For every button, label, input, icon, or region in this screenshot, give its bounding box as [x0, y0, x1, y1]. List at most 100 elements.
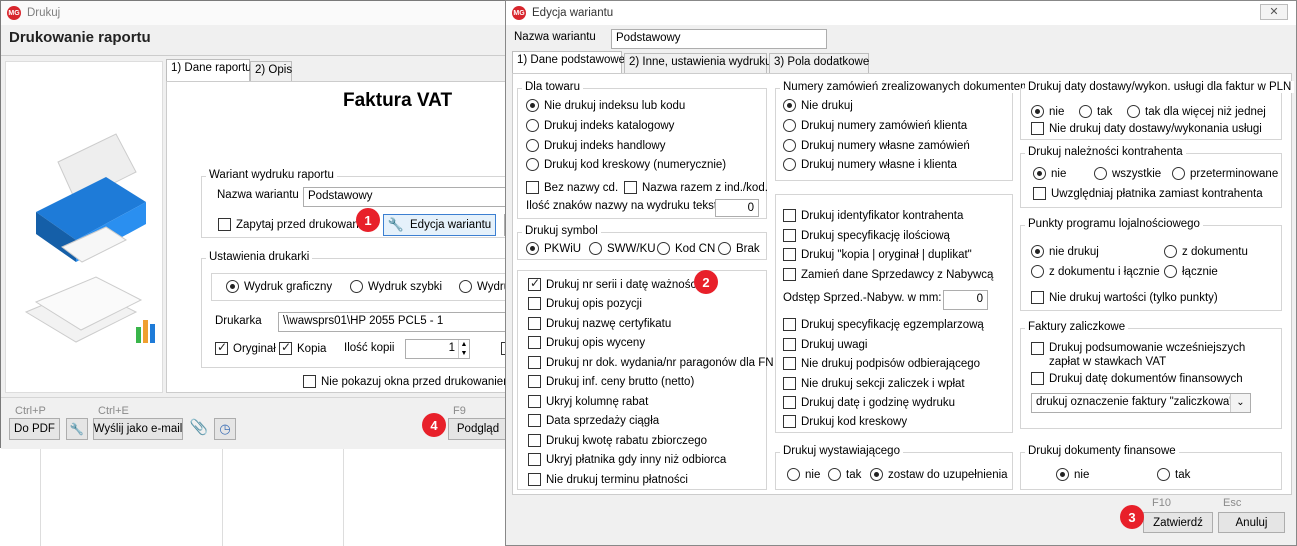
- mid-check[interactable]: Nie drukuj podpisów odbierającego: [783, 357, 980, 370]
- loyalty-option[interactable]: z dokumentu: [1164, 245, 1248, 258]
- loyalty-option-label: z dokumentu i łącznie: [1049, 265, 1160, 278]
- left-check[interactable]: Nie drukuj terminu płatności: [528, 473, 688, 486]
- name-with-index-checkbox[interactable]: Nazwa razem z ind./kod.: [624, 181, 768, 194]
- shortcut-email: Ctrl+E: [98, 405, 129, 417]
- dues-check[interactable]: Uwzględniaj płatnika zamiast kontrahenta: [1033, 187, 1263, 200]
- delivery-option[interactable]: nie: [1031, 105, 1064, 118]
- radio-icon: [1094, 167, 1107, 180]
- product-option[interactable]: Nie drukuj indeksu lub kodu: [526, 99, 685, 112]
- pdf-button[interactable]: Do PDF: [9, 418, 60, 440]
- print-mode-graphic[interactable]: Wydruk graficzny: [226, 280, 332, 293]
- copy-checkbox[interactable]: Kopia: [279, 340, 326, 355]
- issuer-option-label: zostaw do uzupełnienia: [888, 468, 1008, 481]
- delivery-check[interactable]: Nie drukuj daty dostawy/wykonania usługi: [1031, 122, 1262, 135]
- delivery-option[interactable]: tak: [1079, 105, 1112, 118]
- left-check[interactable]: Data sprzedaży ciągła: [528, 414, 659, 427]
- product-option[interactable]: Drukuj indeks handlowy: [526, 139, 665, 152]
- dialog-name-field[interactable]: Podstawowy: [611, 29, 827, 49]
- advance-check-summary[interactable]: Drukuj podsumowanie wcześniejszych zapła…: [1031, 341, 1271, 369]
- tab-basic-data[interactable]: 1) Dane podstawowe: [512, 51, 625, 73]
- preview-button[interactable]: Podgląd: [448, 418, 508, 440]
- issuer-option[interactable]: nie: [787, 468, 820, 481]
- left-check[interactable]: Drukuj nazwę certyfikatu: [528, 317, 671, 330]
- mid-check[interactable]: Drukuj uwagi: [783, 338, 867, 351]
- confirm-button[interactable]: Zatwierdź: [1143, 512, 1213, 533]
- advance-select[interactable]: drukuj oznaczenie faktury "zaliczkowa": [1031, 393, 1251, 413]
- checkbox-icon: [783, 357, 796, 370]
- radio-icon: [526, 242, 539, 255]
- left-check[interactable]: Drukuj nr dok. wydania/nr paragonów dla …: [528, 356, 774, 369]
- symbol-option[interactable]: Brak: [718, 242, 760, 255]
- loyalty-option[interactable]: z dokumentu i łącznie: [1031, 265, 1160, 278]
- left-check[interactable]: Drukuj inf. ceny brutto (netto): [528, 375, 694, 388]
- mid-check[interactable]: Drukuj kod kreskowy: [783, 415, 907, 428]
- ask-before-print-checkbox[interactable]: Zapytaj przed drukowaniem: [218, 218, 377, 231]
- loyalty-option[interactable]: nie drukuj: [1031, 245, 1099, 258]
- edit-variant-button[interactable]: 🔧 Edycja wariantu: [383, 214, 496, 236]
- printer-select[interactable]: \\wawsprs01\HP 2055 PCL5 - 1: [278, 312, 511, 332]
- email-button[interactable]: Wyślij jako e-mail: [93, 418, 183, 440]
- delivery-option[interactable]: tak dla więcej niż jednej: [1127, 105, 1266, 118]
- orders-option[interactable]: Drukuj numery własne zamówień: [783, 139, 970, 152]
- issuer-option[interactable]: tak: [828, 468, 861, 481]
- original-checkbox[interactable]: Oryginał: [215, 340, 276, 355]
- loyalty-option[interactable]: łącznie: [1164, 265, 1218, 278]
- chars-field[interactable]: 0: [715, 199, 759, 217]
- left-check-label: Data sprzedaży ciągła: [546, 414, 660, 427]
- checkbox-icon: [624, 181, 637, 194]
- mid-check[interactable]: Drukuj specyfikację egzemplarzową: [783, 318, 984, 331]
- orders-option[interactable]: Drukuj numery własne i klienta: [783, 158, 957, 171]
- window-title: Drukuj: [27, 7, 61, 19]
- tab-extra-fields[interactable]: 3) Pola dodatkowe: [769, 53, 869, 73]
- orders-option[interactable]: Nie drukuj: [783, 99, 853, 112]
- mid-check[interactable]: Drukuj specyfikację ilościową: [783, 229, 950, 242]
- settings-wrench-button[interactable]: 🔧: [66, 418, 88, 440]
- dues-option[interactable]: wszystkie: [1094, 167, 1161, 180]
- mid-check[interactable]: Drukuj "kopia | oryginał | duplikat": [783, 248, 972, 261]
- print-mode-other[interactable]: Wydru: [459, 280, 510, 293]
- hide-window-checkbox[interactable]: Nie pokazuj okna przed drukowaniem: [303, 375, 513, 388]
- mid-check[interactable]: Drukuj identyfikator kontrahenta: [783, 209, 963, 222]
- mid-check[interactable]: Nie drukuj sekcji zaliczek i wpłat: [783, 377, 965, 390]
- tab-description[interactable]: 2) Opis: [250, 61, 292, 81]
- offset-field[interactable]: 0: [943, 290, 988, 310]
- tab-report-data[interactable]: 1) Dane raportu: [166, 59, 252, 81]
- loyalty-check[interactable]: Nie drukuj wartości (tylko punkty): [1031, 291, 1218, 304]
- radio-icon: [870, 468, 883, 481]
- mid-check[interactable]: Zamień dane Sprzedawcy z Nabywcą: [783, 268, 993, 281]
- radio-icon: [787, 468, 800, 481]
- symbol-option[interactable]: PKWiU: [526, 242, 581, 255]
- chevron-down-icon[interactable]: ⌄: [1230, 394, 1250, 412]
- left-check[interactable]: Drukuj opis wyceny: [528, 336, 645, 349]
- mid-check[interactable]: Drukuj datę i godzinę wydruku: [783, 396, 955, 409]
- finance-option[interactable]: nie: [1056, 468, 1089, 481]
- left-check[interactable]: Drukuj nr serii i datę ważności: [528, 276, 699, 291]
- symbol-option[interactable]: Kod CN: [657, 242, 715, 255]
- product-option[interactable]: Drukuj kod kreskowy (numerycznie): [526, 158, 726, 171]
- paperclip-icon[interactable]: 📎: [189, 418, 209, 440]
- symbol-option-label: SWW/KU: [607, 242, 656, 255]
- dues-option[interactable]: przeterminowane: [1172, 167, 1278, 180]
- advance-check-date[interactable]: Drukuj datę dokumentów finansowych: [1031, 372, 1243, 385]
- spinner-arrows-icon[interactable]: ▲ ▼: [458, 340, 469, 358]
- print-mode-fast[interactable]: Wydruk szybki: [350, 280, 442, 293]
- dialog-name-label: Nazwa wariantu: [514, 31, 596, 43]
- variant-name-field[interactable]: Podstawowy: [303, 187, 511, 207]
- left-check[interactable]: Ukryj kolumnę rabat: [528, 395, 648, 408]
- left-check[interactable]: Drukuj opis pozycji: [528, 297, 642, 310]
- cancel-button[interactable]: Anuluj: [1218, 512, 1285, 533]
- orders-option[interactable]: Drukuj numery zamówień klienta: [783, 119, 967, 132]
- left-check[interactable]: Ukryj płatnika gdy inny niż odbiorca: [528, 453, 726, 466]
- tab-other-settings[interactable]: 2) Inne, ustawienia wydruku: [624, 53, 772, 73]
- product-option[interactable]: Drukuj indeks katalogowy: [526, 119, 674, 132]
- checkbox-icon: [528, 414, 541, 427]
- symbol-option[interactable]: SWW/KU: [589, 242, 656, 255]
- left-check[interactable]: Drukuj kwotę rabatu zbiorczego: [528, 434, 707, 447]
- schedule-button[interactable]: ◷: [214, 418, 236, 440]
- finance-option[interactable]: tak: [1157, 468, 1190, 481]
- close-icon[interactable]: ✕: [1260, 4, 1288, 20]
- issuer-option[interactable]: zostaw do uzupełnienia: [870, 468, 1008, 481]
- dues-option[interactable]: nie: [1033, 167, 1066, 180]
- no-name-checkbox[interactable]: Bez nazwy cd.: [526, 181, 618, 194]
- radio-icon: [828, 468, 841, 481]
